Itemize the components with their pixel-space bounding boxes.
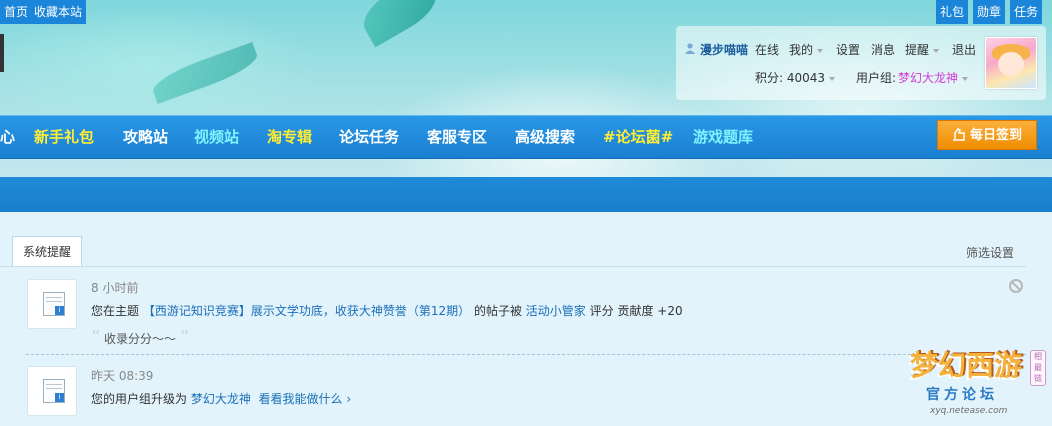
open-quote-icon: “ (91, 327, 101, 348)
logout-link[interactable]: 退出 (952, 41, 976, 58)
messages-link[interactable]: 消息 (871, 41, 895, 58)
avatar-face (998, 52, 1024, 76)
daily-checkin-label: 每日签到 (969, 128, 1022, 143)
notice-quote: “ 收录分分～～ ” (91, 327, 189, 348)
reminders-menu[interactable]: 提醒 (905, 41, 940, 58)
logo-tag: 相最链 (1030, 350, 1046, 386)
notice-text: 您在主题 【西游记知识竞赛】展示文学功底，收获大神赞誉（第12期） 的帖子被 活… (91, 302, 683, 319)
online-status[interactable]: 在线 (755, 41, 779, 58)
user-group-label: 用户组: (856, 71, 897, 85)
avatar[interactable] (985, 37, 1037, 89)
checkin-icon (952, 127, 965, 141)
nav-item-advanced-search[interactable]: 高级搜索 (515, 116, 575, 158)
chevron-down-icon (933, 48, 940, 53)
daily-checkin-button[interactable]: 每日签到 (937, 120, 1037, 150)
info-badge-icon: i (55, 393, 64, 402)
game-logo: 梦幻西游 官方论坛 xyq.netease.com 相最链 (904, 340, 1052, 426)
points-menu[interactable]: 积分: 40043 (755, 69, 836, 86)
favorite-site-link[interactable]: 收藏本站 (30, 0, 87, 24)
user-group-menu[interactable]: 梦幻大龙神 (898, 69, 969, 86)
main-nav: 心 新手礼包 攻略站 视频站 淘专辑 论坛任务 客服专区 高级搜索 #论坛菌# … (0, 115, 1052, 159)
logo-subtitle: 官方论坛 (926, 387, 998, 403)
nav-item-quiz-bank[interactable]: 游戏题库 (693, 116, 753, 158)
notice-topic-link[interactable]: 【西游记知识竞赛】展示文学功底，收获大神赞誉（第12期） (143, 304, 470, 318)
chevron-down-icon (829, 76, 836, 81)
notice-text-suffix: 评分 贡献度 +20 (589, 304, 683, 318)
notice-text-prefix: 您在主题 (91, 304, 140, 318)
notice-text-mid: 的帖子被 (473, 304, 522, 318)
notice-time: 昨天 08:39 (91, 369, 154, 383)
nav-item-album[interactable]: 淘专辑 (267, 116, 312, 158)
nav-item-newbie-gift[interactable]: 新手礼包 (34, 116, 94, 158)
blue-banner (0, 177, 1052, 212)
info-badge-icon: i (55, 306, 64, 315)
reminders-label: 提醒 (905, 43, 930, 57)
tab-divider (0, 266, 1026, 267)
nav-item-video[interactable]: 视频站 (194, 116, 239, 158)
task-link[interactable]: 任务 (1010, 0, 1043, 24)
notice-quote-text: 收录分分～～ (104, 332, 177, 346)
medal-link[interactable]: 勋章 (973, 0, 1006, 24)
nav-item-forum-bot[interactable]: #论坛菌# (603, 116, 673, 158)
notice-icon: i (27, 366, 77, 416)
chevron-down-icon (962, 76, 969, 81)
notice-group-link[interactable]: 梦幻大龙神 (191, 392, 251, 406)
logo-url: xyq.netease.com (930, 406, 1008, 416)
username-link[interactable]: 漫步喵喵 (700, 41, 748, 58)
notice-text-prefix: 您的用户组升级为 (91, 392, 188, 406)
my-menu[interactable]: 我的 (789, 41, 824, 58)
my-menu-label: 我的 (789, 43, 814, 57)
home-link[interactable]: 首页 (0, 0, 33, 24)
delete-notice-icon[interactable] (1009, 279, 1023, 293)
notice-text: 您的用户组升级为 梦幻大龙神 看看我能做什么 › (91, 390, 351, 407)
notice-icon: i (27, 279, 77, 329)
filter-settings-link[interactable]: 筛选设置 (966, 244, 1014, 261)
tab-system-notice[interactable]: 系统提醒 (12, 236, 82, 267)
notice-user-link[interactable]: 活动小管家 (526, 304, 586, 318)
logo-title: 梦幻西游 (910, 349, 1023, 382)
nav-item-forum-task[interactable]: 论坛任务 (339, 116, 399, 158)
nav-item-partial[interactable]: 心 (0, 116, 15, 158)
left-edge-tab (0, 34, 4, 72)
chevron-down-icon (817, 48, 824, 53)
settings-link[interactable]: 设置 (836, 41, 860, 58)
user-group-value: 梦幻大龙神 (898, 71, 959, 85)
close-quote-icon: ” (179, 327, 190, 348)
nav-item-guide[interactable]: 攻略站 (123, 116, 168, 158)
what-can-i-do-link[interactable]: 看看我能做什么 › (259, 392, 352, 406)
gift-link[interactable]: 礼包 (936, 0, 969, 24)
notice-time: 8 小时前 (91, 281, 139, 295)
nav-item-service[interactable]: 客服专区 (427, 116, 487, 158)
user-icon (684, 42, 696, 54)
notice-separator (26, 354, 1026, 355)
points-label: 积分: 40043 (755, 71, 826, 85)
